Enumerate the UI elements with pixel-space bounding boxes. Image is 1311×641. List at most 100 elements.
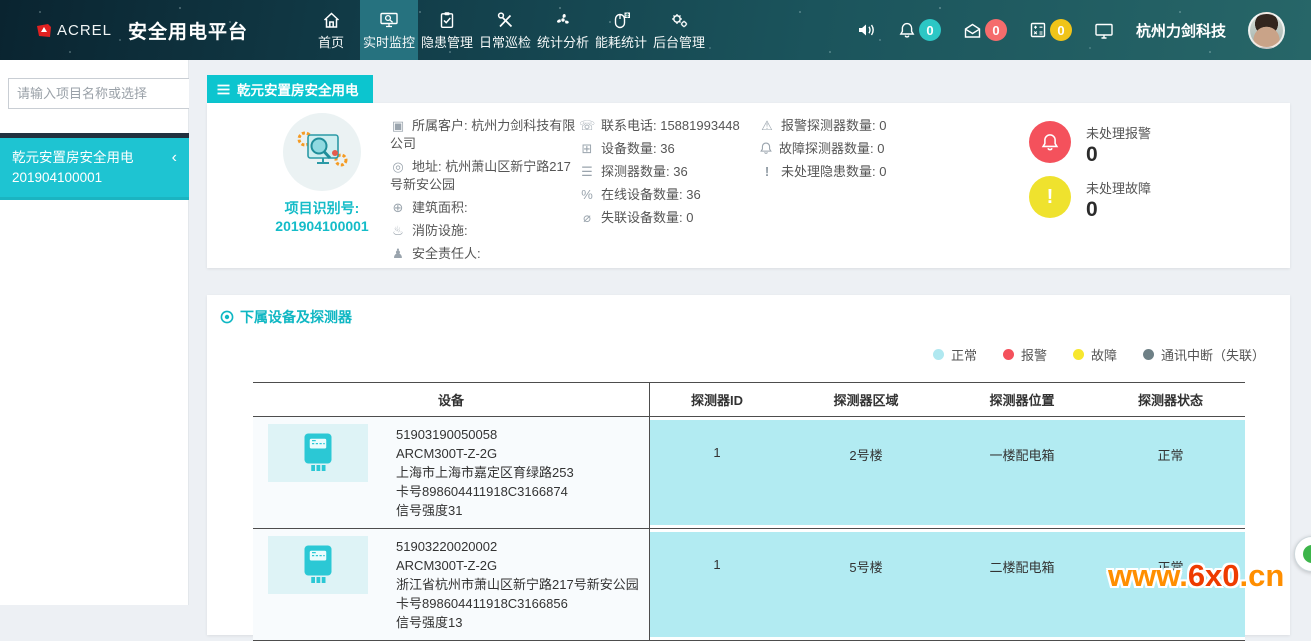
alarm-bell-icon [1029,121,1071,163]
col-header-device: 设备 [253,383,650,416]
grid-icon: ⊞ [579,140,595,158]
project-info-card: 项目识别号: 201904100001 ▣所属客户: 杭州力剑科技有限公司 ◎地… [207,103,1290,268]
person-icon: ♟ [390,245,406,263]
normal-dot-icon [933,349,944,360]
offline-dot-icon [1143,349,1154,360]
todos-button[interactable]: 0 [1029,19,1072,41]
screen-icon[interactable] [1094,22,1114,39]
nav-item-realtime-monitor[interactable]: 实时监控 [360,0,418,60]
detail-offline-count: 失联设备数量: 0 [601,210,693,225]
project-details-col2: ☏联系电话: 15881993448 ⊞设备数量: 36 ☰探测器数量: 36 … [579,117,767,232]
device-cell: 51903220020002 ARCM300T-Z-2G 浙江省杭州市萧山区新宁… [253,529,650,640]
app-title: 安全用电平台 [128,17,248,44]
fault-dot-icon [1073,349,1084,360]
col-header-detector-status: 探测器状态 [1096,383,1245,416]
table-row[interactable]: 51903190050058 ARCM300T-Z-2G 上海市上海市嘉定区育绿… [253,417,1245,529]
alarm-counter-value: 0 [1086,143,1151,167]
device-address: 浙江省杭州市萧山区新宁路217号新安公园 [396,575,639,594]
envelope-icon [963,22,982,39]
legend-offline: 通讯中断（失联） [1143,345,1265,364]
device-model: ARCM300T-Z-2G [396,556,639,575]
notifications-badge: 0 [919,19,941,41]
acrel-logo-icon [36,23,52,38]
project-illustration-icon [283,113,361,191]
nav-item-admin[interactable]: 后台管理 [650,0,708,60]
detector-position-cell: 一楼配电箱 [948,417,1096,528]
alarm-counter-label: 未处理报警 [1086,123,1151,142]
device-cell: 51903190050058 ARCM300T-Z-2G 上海市上海市嘉定区育绿… [253,417,650,528]
monitor-search-icon [379,9,399,29]
chevron-left-icon[interactable]: ‹ [172,150,177,166]
main-nav: 首页 实时监控 隐患管理 日常巡检 统计分析 [302,0,708,60]
detail-building-area: 建筑面积: [412,200,468,215]
detail-detector-count: 探测器数量: 36 [601,164,688,179]
mouse-meter-icon [612,9,631,29]
device-image [268,536,368,594]
todos-badge: 0 [1050,19,1072,41]
col-header-detector-position: 探测器位置 [948,383,1096,416]
fault-counter-value: 0 [1086,198,1151,222]
detector-id-cell: 1 [650,529,784,640]
tab-title: 乾元安置房安全用电 [237,79,359,99]
clipboard-check-icon [438,9,456,29]
user-avatar[interactable] [1248,12,1285,49]
legend-fault: 故障 [1073,345,1117,364]
alarm-dot-icon [1003,349,1014,360]
project-badge: 项目识别号: 201904100001 [237,113,407,235]
fault-exclamation-icon: ! [1029,176,1071,218]
detector-area-cell: 2号楼 [784,417,948,528]
detail-address: 地址: 杭州萧山区新宁路217号新安公园 [390,159,571,192]
gears-icon [669,9,689,29]
nav-item-energy-statistics[interactable]: 能耗统计 [592,0,650,60]
nav-item-home[interactable]: 首页 [302,0,360,60]
device-card-no: 卡号898604411918C3166856 [396,594,639,613]
notifications-button[interactable]: 0 [898,19,941,41]
tools-icon [496,9,515,29]
devices-section-title: 下属设备及探测器 [240,307,352,327]
nav-item-hazard-management[interactable]: 隐患管理 [418,0,476,60]
phone-icon: ☏ [579,117,595,135]
device-serial: 51903190050058 [396,425,574,444]
meter-device-icon [300,430,336,476]
sidebar-item-project[interactable]: 乾元安置房安全用电 201904100001 ‹ [0,138,189,200]
project-details-col1: ▣所属客户: 杭州力剑科技有限公司 ◎地址: 杭州萧山区新宁路217号新安公园 … [390,117,582,268]
detail-alarm-detectors: 报警探测器数量: 0 [781,118,886,133]
fire-icon: ♨ [390,222,406,240]
devices-section-header: 下属设备及探测器 [220,307,352,327]
table-row[interactable]: 51903220020002 ARCM300T-Z-2G 浙江省杭州市萧山区新宁… [253,529,1245,641]
status-counters: 未处理报警 0 ! 未处理故障 0 [1029,121,1151,231]
top-navbar: ACREL 安全用电平台 首页 实时监控 隐患管理 日常巡检 [0,0,1311,60]
brand: ACREL 安全用电平台 [36,0,248,60]
exclamation-icon: ! [759,163,775,181]
detail-unhandled-hazards: 未处理隐患数量: 0 [781,164,886,179]
user-name[interactable]: 杭州力剑科技 [1136,20,1226,41]
project-details-col3: ⚠报警探测器数量: 0 故障探测器数量: 0 !未处理隐患数量: 0 [759,117,989,186]
nav-item-statistics[interactable]: 统计分析 [534,0,592,60]
detail-fault-detectors: 故障探测器数量: 0 [779,141,884,156]
floating-button-icon [1303,545,1311,563]
home-icon [322,9,341,29]
globe-icon: ⊕ [390,199,406,217]
project-id-value: 201904100001 [237,217,407,235]
detail-fire-facilities: 消防设施: [412,223,468,238]
table-header-row: 设备 探测器ID 探测器区域 探测器位置 探测器状态 [253,382,1245,417]
watermark: www.6x0.cn [1108,558,1284,594]
nav-item-daily-inspection[interactable]: 日常巡检 [476,0,534,60]
device-image [268,424,368,482]
detail-safety-officer: 安全责任人: [412,246,481,261]
project-id-label: 项目识别号: [237,199,407,217]
sliders-icon: ☰ [579,163,595,181]
meter-device-icon [300,542,336,588]
col-header-detector-id: 探测器ID [650,383,784,416]
tab-project[interactable]: 乾元安置房安全用电 [207,75,373,104]
bell-icon [759,141,773,155]
device-card-no: 卡号898604411918C3166874 [396,482,574,501]
calculator-icon [1029,21,1047,39]
alarms-button[interactable]: 0 [963,19,1007,41]
legend-normal: 正常 [933,345,977,364]
detail-online-count: 在线设备数量: 36 [601,187,701,202]
sound-icon[interactable] [857,22,876,38]
unhandled-alarm-counter: 未处理报警 0 [1029,121,1151,167]
project-search-input[interactable] [8,78,201,109]
main-content: 乾元安置房安全用电 项目识别号: 201904100001 ▣所属客户: 杭州力… [189,60,1311,605]
